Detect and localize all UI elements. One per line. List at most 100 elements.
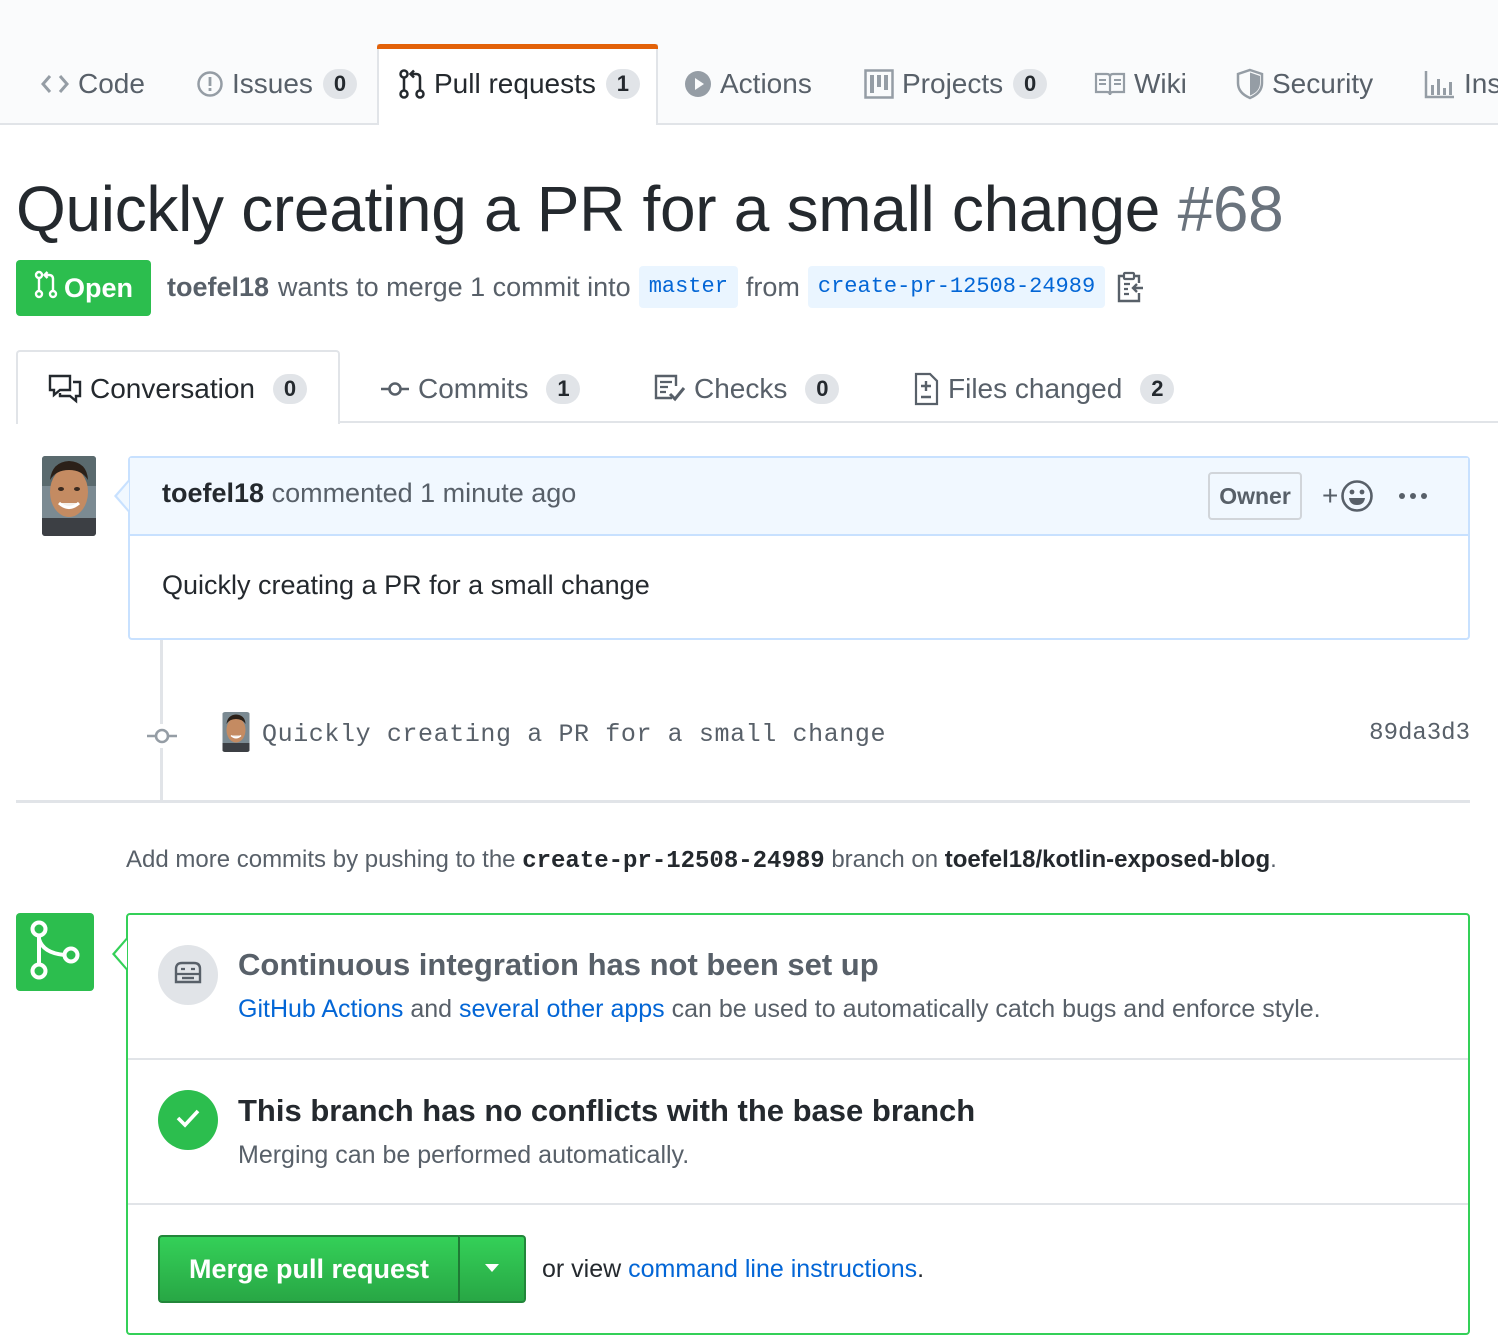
alt-prefix: or view <box>542 1255 622 1283</box>
comment-header: toefel18 commented 1 minute ago Owner + <box>130 458 1468 536</box>
checklist-icon <box>654 374 686 404</box>
pull-request-icon <box>398 68 426 100</box>
play-icon <box>684 70 712 98</box>
tab-checks-label: Checks <box>694 373 788 404</box>
tab-pull-requests[interactable]: Pull requests 1 <box>398 55 640 113</box>
no-conflicts-title: This branch has no conflicts with the ba… <box>238 1093 976 1128</box>
tab-code-label: Code <box>78 68 145 99</box>
pr-title: Quickly creating a PR for a small change… <box>16 170 1284 248</box>
alert-box-icon <box>173 961 203 990</box>
pr-author-link[interactable]: toefel18 <box>167 272 269 303</box>
tab-issues-label: Issues <box>232 68 313 99</box>
tab-projects[interactable]: Projects 0 <box>864 55 1048 113</box>
merge-pull-request-button[interactable]: Merge pull request <box>158 1235 458 1303</box>
tab-commits[interactable]: Commits 1 <box>380 360 581 418</box>
timeline-end-divider <box>16 800 1470 803</box>
comment-box: toefel18 commented 1 minute ago Owner + … <box>128 456 1470 640</box>
file-diff-icon <box>912 372 940 406</box>
tab-insights[interactable]: Ins <box>1424 55 1498 113</box>
pr-number: #68 <box>1177 173 1284 245</box>
commit-sha-link[interactable]: 89da3d3 <box>1369 720 1470 747</box>
tab-actions-label: Actions <box>720 68 812 99</box>
avatar[interactable] <box>42 456 96 536</box>
project-icon <box>864 69 894 99</box>
comment-author-link[interactable]: toefel18 <box>162 478 264 508</box>
add-reaction-button[interactable]: + <box>1322 478 1374 514</box>
pull-requests-counter: 1 <box>605 69 640 99</box>
tab-issues[interactable]: Issues 0 <box>196 55 357 113</box>
commits-counter: 1 <box>546 374 581 404</box>
other-apps-link[interactable]: several other apps <box>459 995 665 1023</box>
commit-author-avatar[interactable] <box>222 712 250 752</box>
push-hint-suffix: . <box>1270 846 1277 873</box>
commit-message-link[interactable]: Quickly creating a PR for a small change <box>262 720 886 749</box>
github-actions-link[interactable]: GitHub Actions <box>238 995 403 1023</box>
no-conflicts-subtitle: Merging can be performed automatically. <box>238 1141 690 1169</box>
issue-icon <box>196 70 224 98</box>
book-icon <box>1094 71 1126 97</box>
conversation-counter: 0 <box>272 374 307 404</box>
tab-pull-requests-label: Pull requests <box>434 68 596 99</box>
tab-files-changed-label: Files changed <box>948 373 1123 404</box>
tab-security[interactable]: Security <box>1236 55 1373 113</box>
ci-status-icon <box>158 945 218 1005</box>
commit-icon <box>146 724 178 753</box>
shield-icon <box>1236 68 1264 100</box>
commit-icon <box>380 379 410 399</box>
push-hint-prefix: Add more commits by pushing to the <box>126 846 516 873</box>
git-merge-icon <box>27 919 83 986</box>
comment-meta: toefel18 commented 1 minute ago <box>162 478 576 509</box>
push-hint-middle: branch on <box>831 846 939 873</box>
base-branch[interactable]: master <box>638 266 738 308</box>
pr-state-label: Open <box>63 272 133 303</box>
tab-commits-label: Commits <box>418 373 529 404</box>
merge-method-dropdown[interactable] <box>458 1235 526 1303</box>
comment-action: commented <box>271 478 413 508</box>
pr-from-text: from <box>745 271 800 302</box>
tab-conversation-label: Conversation <box>90 373 255 404</box>
merge-section-divider <box>128 1203 1468 1205</box>
pr-meta: toefel18 wants to merge 1 commit into ma… <box>167 262 1145 312</box>
tab-actions[interactable]: Actions <box>684 55 812 113</box>
clippy-icon[interactable] <box>1115 271 1145 303</box>
comment-timestamp[interactable]: 1 minute ago <box>420 478 576 508</box>
tab-wiki-label: Wiki <box>1134 68 1187 99</box>
head-branch[interactable]: create-pr-12508-24989 <box>807 266 1106 308</box>
merge-status-icon <box>16 913 94 991</box>
check-icon <box>175 1108 201 1133</box>
tab-checks[interactable]: Checks 0 <box>654 360 840 418</box>
tab-files-changed[interactable]: Files changed 2 <box>912 360 1175 418</box>
tab-code[interactable]: Code <box>40 55 145 113</box>
triangle-down-icon <box>484 1260 500 1278</box>
tab-security-label: Security <box>1272 68 1374 99</box>
command-line-instructions-link[interactable]: command line instructions <box>628 1255 917 1283</box>
selected-tab-accent <box>377 44 658 49</box>
push-hint-repo-link[interactable]: toefel18/kotlin-exposed-blog <box>945 846 1270 873</box>
push-hint-branch: create-pr-12508-24989 <box>522 848 825 875</box>
smiley-icon <box>1340 479 1374 513</box>
timeline-line <box>160 640 163 802</box>
files-changed-counter: 2 <box>1140 374 1175 404</box>
merge-pointer-inner <box>115 940 127 968</box>
projects-counter: 0 <box>1013 69 1048 99</box>
pull-request-icon <box>34 270 58 307</box>
tab-conversation[interactable]: Conversation 0 <box>48 360 307 418</box>
push-hint: Add more commits by pushing to the creat… <box>126 846 1277 875</box>
merge-box: Continuous integration has not been set … <box>126 913 1470 1335</box>
code-icon <box>40 72 70 96</box>
ci-rest: can be used to automatically catch bugs … <box>671 995 1321 1023</box>
kebab-horizontal-icon <box>1398 487 1428 505</box>
graph-icon <box>1424 69 1456 99</box>
ci-and: and <box>410 995 453 1023</box>
reaction-plus: + <box>1322 480 1339 511</box>
pr-title-text: Quickly creating a PR for a small change <box>16 173 1161 245</box>
comment-discussion-icon <box>48 374 82 404</box>
merge-section-divider <box>128 1058 1468 1060</box>
tab-wiki[interactable]: Wiki <box>1094 55 1187 113</box>
no-conflicts-icon <box>158 1090 218 1150</box>
checks-counter: 0 <box>805 374 840 404</box>
alt-suffix: . <box>917 1255 925 1283</box>
pr-state-badge: Open <box>16 260 151 316</box>
command-line-hint: or view command line instructions. <box>542 1255 924 1284</box>
more-options-button[interactable] <box>1398 480 1428 512</box>
